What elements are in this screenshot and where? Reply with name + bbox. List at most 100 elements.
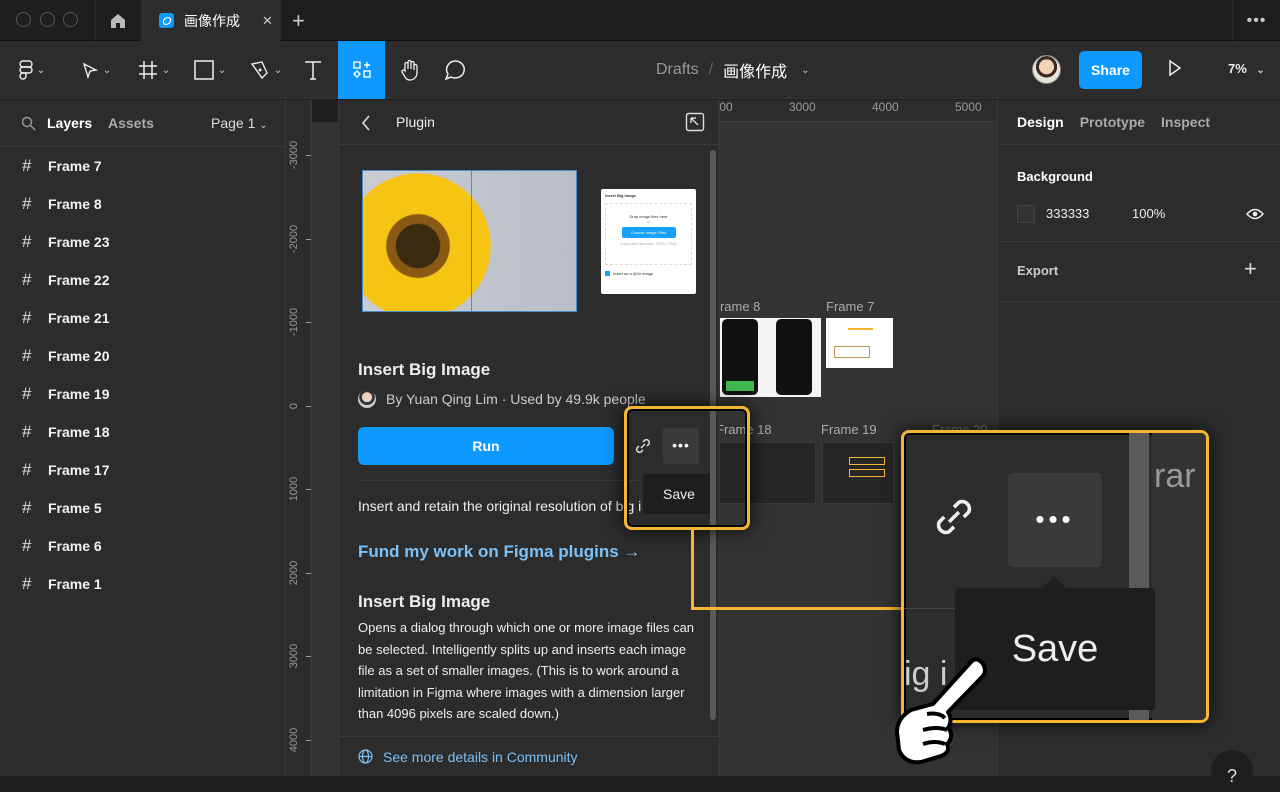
background-opacity-input[interactable]: 100%: [1132, 206, 1165, 221]
background-hex-input[interactable]: 333333: [1046, 206, 1089, 221]
frame-19-thumbnail[interactable]: [822, 442, 894, 504]
plugin-author-line: By Yuan Qing Lim · Used by 49.9k people: [386, 391, 646, 407]
ruler-tick-label: 4000: [288, 727, 300, 752]
layer-item[interactable]: # Frame 1: [0, 565, 285, 603]
preview-checkbox-label: Insert as a @2x image: [613, 271, 654, 276]
preview-dialog-title: Insert Big Image: [605, 193, 637, 198]
frame-label[interactable]: Frame 7: [826, 299, 874, 314]
figma-logo-icon: [19, 60, 33, 80]
hand-icon: [401, 59, 418, 81]
layer-item[interactable]: # Frame 19: [0, 375, 285, 413]
resources-icon: [352, 61, 371, 78]
file-tab[interactable]: 画像作成 ✕: [141, 0, 281, 41]
layer-item[interactable]: # Frame 8: [0, 185, 285, 223]
layer-item[interactable]: # Frame 18: [0, 413, 285, 451]
frame-7-thumbnail[interactable]: [826, 318, 893, 368]
run-button[interactable]: Run: [358, 427, 614, 465]
chevron-down-icon: ⌄: [259, 120, 268, 131]
breadcrumb-drafts[interactable]: Drafts: [656, 61, 699, 79]
layers-panel: Layers Assets Page 1 ⌄ # Frame 7 # Frame 8 #…: [0, 100, 286, 776]
community-link[interactable]: See more details in Community: [339, 736, 719, 776]
eye-icon[interactable]: [1246, 208, 1264, 220]
shape-tool-button[interactable]: ⌄: [190, 41, 230, 99]
frame-8-thumbnail[interactable]: [718, 318, 821, 397]
present-play-icon[interactable]: [1168, 59, 1182, 77]
tab-prototype[interactable]: Prototype: [1080, 114, 1145, 130]
move-tool-button[interactable]: ⌄: [76, 41, 116, 99]
hand-tool-button[interactable]: [395, 41, 425, 99]
tab-layers[interactable]: Layers: [47, 115, 92, 131]
layer-list: # Frame 7 # Frame 8 # Frame 23 # Frame 22 # Frame…: [0, 147, 285, 603]
layer-item[interactable]: # Frame 6: [0, 527, 285, 565]
more-options-icon[interactable]: •••: [1232, 0, 1280, 41]
close-tab-icon[interactable]: ✕: [262, 13, 273, 29]
chevron-down-icon: ⌄: [273, 64, 283, 76]
help-button[interactable]: ?: [1211, 750, 1253, 792]
user-avatar[interactable]: [1032, 55, 1061, 84]
frame-icon: #: [22, 308, 32, 327]
tab-design[interactable]: Design: [1017, 114, 1064, 130]
add-export-icon[interactable]: +: [1244, 256, 1257, 282]
new-tab-button[interactable]: +: [292, 8, 305, 34]
pen-tool-button[interactable]: ⌄: [246, 41, 286, 99]
window-minimize-button[interactable]: [40, 12, 55, 27]
layer-item[interactable]: # Frame 21: [0, 299, 285, 337]
copy-link-icon-zoomed: [936, 499, 972, 535]
ruler-tick-label: -3000: [288, 140, 300, 170]
pen-icon: [250, 61, 268, 80]
globe-icon: [358, 749, 373, 764]
layer-name: Frame 18: [48, 424, 110, 440]
page-name: Page 1: [211, 115, 256, 131]
ruler-tick-label: 2000: [288, 560, 300, 585]
text-icon: [305, 61, 321, 80]
resources-tool-button[interactable]: [338, 41, 385, 99]
frame-tool-button[interactable]: ⌄: [134, 41, 174, 99]
share-button[interactable]: Share: [1079, 51, 1142, 89]
home-tab[interactable]: [95, 0, 140, 41]
plugin-preview-image: [362, 170, 577, 312]
ruler-tick-label: 4000: [872, 100, 899, 114]
plugin-header-title: Plugin: [396, 114, 435, 130]
comment-tool-button[interactable]: [440, 41, 470, 99]
layer-item[interactable]: # Frame 5: [0, 489, 285, 527]
background-color-swatch[interactable]: [1017, 205, 1035, 223]
layer-name: Frame 1: [48, 576, 102, 592]
file-name[interactable]: 画像作成: [723, 58, 787, 82]
divider: [358, 480, 638, 481]
callout-connector: [691, 530, 694, 610]
preview-choose-button: Choose Image Files: [621, 227, 676, 238]
frame-icon: [138, 61, 157, 79]
layer-item[interactable]: # Frame 23: [0, 223, 285, 261]
search-icon[interactable]: [21, 116, 36, 131]
pop-out-icon[interactable]: [685, 112, 705, 132]
window-maximize-button[interactable]: [63, 12, 78, 27]
layer-item[interactable]: # Frame 22: [0, 261, 285, 299]
horizontal-ruler: 2000300040005000: [706, 100, 998, 122]
figma-file-icon: [159, 13, 174, 28]
fund-link[interactable]: Fund my work on Figma plugins →: [358, 542, 640, 562]
breadcrumb-separator: /: [708, 61, 714, 78]
page-selector[interactable]: Page 1 ⌄: [211, 115, 268, 131]
tab-assets[interactable]: Assets: [108, 115, 154, 131]
home-icon: [111, 13, 125, 28]
ruler-tick-label: 5000: [955, 100, 982, 114]
frame-icon: #: [22, 460, 32, 479]
comment-icon: [444, 60, 465, 81]
layer-item[interactable]: # Frame 17: [0, 451, 285, 489]
text-tool-button[interactable]: [298, 41, 328, 99]
community-link-text: See more details in Community: [383, 748, 578, 765]
zoom-dropdown[interactable]: 7% ⌄: [1228, 61, 1265, 76]
layer-item[interactable]: # Frame 20: [0, 337, 285, 375]
chevron-down-icon: ⌄: [102, 64, 112, 76]
chevron-down-icon[interactable]: ⌄: [801, 65, 809, 76]
window-close-button[interactable]: [16, 12, 31, 27]
export-label: Export: [1017, 263, 1059, 278]
back-arrow-icon[interactable]: [361, 115, 371, 131]
tab-inspect[interactable]: Inspect: [1161, 114, 1210, 130]
frame-label[interactable]: Frame 19: [821, 422, 877, 437]
plugin-long-description: Opens a dialog through which one or more…: [358, 620, 695, 721]
preview-supported-text: Supported formats: JPEG, PNG: [620, 241, 677, 246]
main-menu-button[interactable]: ⌄: [12, 41, 52, 99]
layer-name: Frame 7: [48, 158, 102, 174]
layer-item[interactable]: # Frame 7: [0, 147, 285, 185]
